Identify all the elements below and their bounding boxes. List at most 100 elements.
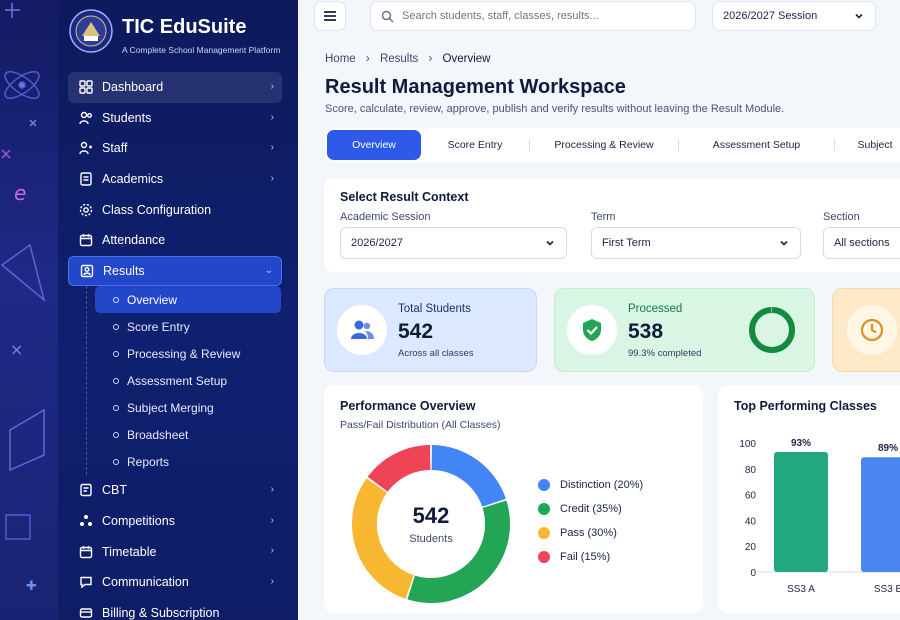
academic-session-select[interactable]: 2026/2027 — [340, 227, 567, 259]
stat-label: Processed — [628, 303, 683, 315]
nav-label: Class Configuration — [102, 202, 212, 217]
session-select[interactable]: 2026/2027 Session — [712, 1, 876, 31]
hamburger-icon — [324, 11, 336, 21]
legend-swatch — [538, 551, 550, 563]
tab-assessment-setup[interactable]: Assessment Setup — [679, 130, 834, 160]
sub-item-assessment-setup[interactable]: Assessment Setup — [105, 367, 282, 394]
chevron-down-icon: ⌄ — [264, 264, 273, 276]
svg-text:×: × — [10, 340, 23, 359]
sub-label: Overview — [127, 292, 178, 307]
nav-label: Timetable — [102, 544, 157, 559]
menu-button[interactable] — [314, 1, 346, 31]
legend-swatch — [538, 479, 550, 491]
breadcrumb-separator: › — [428, 53, 433, 65]
total-students-card: Total Students 542 Across all classes — [324, 288, 537, 372]
main-content: 2026/2027 Session Home › Results › Overv… — [298, 0, 900, 620]
nav-label: Dashboard — [102, 80, 164, 95]
donut-legend: Distinction (20%) Credit (35%) Pass (30%… — [538, 473, 643, 569]
donut-center-label: Students — [409, 533, 453, 545]
sub-item-reports[interactable]: Reports — [105, 448, 282, 475]
results-submenu: Overview Score Entry Processing & Review… — [86, 286, 282, 476]
stat-subtext: 99.3% completed — [628, 348, 702, 359]
nav-label: Attendance — [102, 233, 166, 248]
sub-label: Subject Merging — [127, 400, 214, 415]
sub-item-broadsheet[interactable]: Broadsheet — [105, 421, 282, 448]
cbt-icon — [78, 482, 94, 498]
donut-center-value: 542 — [413, 503, 450, 528]
sub-item-score-entry[interactable]: Score Entry — [105, 313, 282, 340]
legend-label: Credit (35%) — [560, 503, 622, 515]
gear-icon — [78, 202, 94, 218]
select-value: 2026/2027 — [351, 237, 403, 249]
legend-swatch — [538, 503, 550, 515]
sub-item-overview[interactable]: Overview — [95, 286, 281, 314]
breadcrumb-home[interactable]: Home — [325, 53, 356, 65]
main-nav: Dashboard › Students › Staff › Academics… — [68, 72, 282, 620]
search-input[interactable] — [402, 10, 682, 22]
nav-item-results[interactable]: Results ⌄ — [68, 255, 282, 287]
nav-label: Staff — [102, 141, 128, 156]
y-tick-label: 0 — [750, 568, 756, 579]
panel-title: Performance Overview — [340, 399, 476, 413]
dashboard-icon — [78, 79, 94, 95]
nav-label: Billing & Subscription — [102, 605, 220, 620]
bar-ss3-b — [861, 457, 900, 572]
results-icon — [79, 263, 95, 279]
nav-item-timetable[interactable]: Timetable › — [68, 536, 282, 567]
nav-label: Communication — [102, 575, 189, 590]
result-context-card: Select Result Context Academic Session 2… — [324, 178, 900, 272]
tab-subject[interactable]: Subject — [835, 130, 900, 160]
nav-item-communication[interactable]: Communication › — [68, 567, 282, 598]
select-value: First Term — [602, 237, 651, 249]
stat-value: 542 — [398, 320, 434, 343]
sub-label: Reports — [127, 454, 170, 469]
bullet-icon — [113, 323, 119, 330]
nav-item-class-configuration[interactable]: Class Configuration — [68, 194, 282, 225]
top-classes-bar-chart: 0 20 40 60 80 100 93% SS3 A 89% SS3 B — [739, 438, 900, 595]
tab-overview[interactable]: Overview — [327, 130, 421, 160]
term-label: Term — [591, 211, 616, 223]
y-tick-label: 100 — [739, 439, 756, 450]
chevron-right-icon: › — [270, 545, 274, 557]
academics-icon — [78, 171, 94, 187]
breadcrumb-separator: › — [365, 53, 370, 65]
session-value: 2026/2027 Session — [723, 10, 818, 22]
bullet-icon — [113, 377, 119, 384]
tab-score-entry[interactable]: Score Entry — [421, 130, 529, 160]
clock-icon — [847, 305, 897, 355]
nav-item-dashboard[interactable]: Dashboard › — [68, 72, 282, 103]
chevron-right-icon: › — [270, 81, 274, 92]
chevron-down-icon — [855, 13, 863, 19]
nav-item-academics[interactable]: Academics › — [68, 164, 282, 195]
breadcrumb-results[interactable]: Results — [380, 53, 418, 65]
sub-item-subject-merging[interactable]: Subject Merging — [105, 394, 282, 421]
chevron-right-icon: › — [270, 575, 274, 587]
nav-item-billing[interactable]: Billing & Subscription — [68, 598, 282, 620]
nav-item-attendance[interactable]: Attendance — [68, 225, 282, 256]
chevron-right-icon: › — [270, 484, 274, 496]
section-select[interactable]: All sections — [823, 227, 900, 259]
billing-icon — [78, 605, 94, 620]
shield-check-icon — [567, 305, 617, 355]
y-tick-label: 20 — [745, 542, 757, 553]
term-select[interactable]: First Term — [591, 227, 801, 259]
processed-progress-ring — [749, 307, 795, 353]
bullet-icon — [113, 404, 119, 411]
tab-processing-review[interactable]: Processing & Review — [530, 130, 678, 160]
timetable-icon — [78, 544, 94, 560]
sub-item-processing-review[interactable]: Processing & Review — [105, 340, 282, 367]
nav-label: Competitions — [102, 514, 175, 529]
bullet-icon — [113, 296, 119, 303]
students-icon — [337, 305, 387, 355]
competitions-icon — [78, 513, 94, 529]
nav-item-staff[interactable]: Staff › — [68, 133, 282, 164]
stat-subtext: Across all classes — [398, 348, 474, 359]
nav-item-cbt[interactable]: CBT › — [68, 475, 282, 506]
legend-pass: Pass (30%) — [538, 521, 643, 545]
bar-ss3-a — [774, 452, 828, 572]
nav-label: Academics — [102, 172, 164, 187]
bar-data-label: 89% — [878, 443, 898, 454]
nav-item-competitions[interactable]: Competitions › — [68, 506, 282, 537]
processed-card: Processed 538 99.3% completed — [554, 288, 815, 372]
nav-item-students[interactable]: Students › — [68, 103, 282, 134]
